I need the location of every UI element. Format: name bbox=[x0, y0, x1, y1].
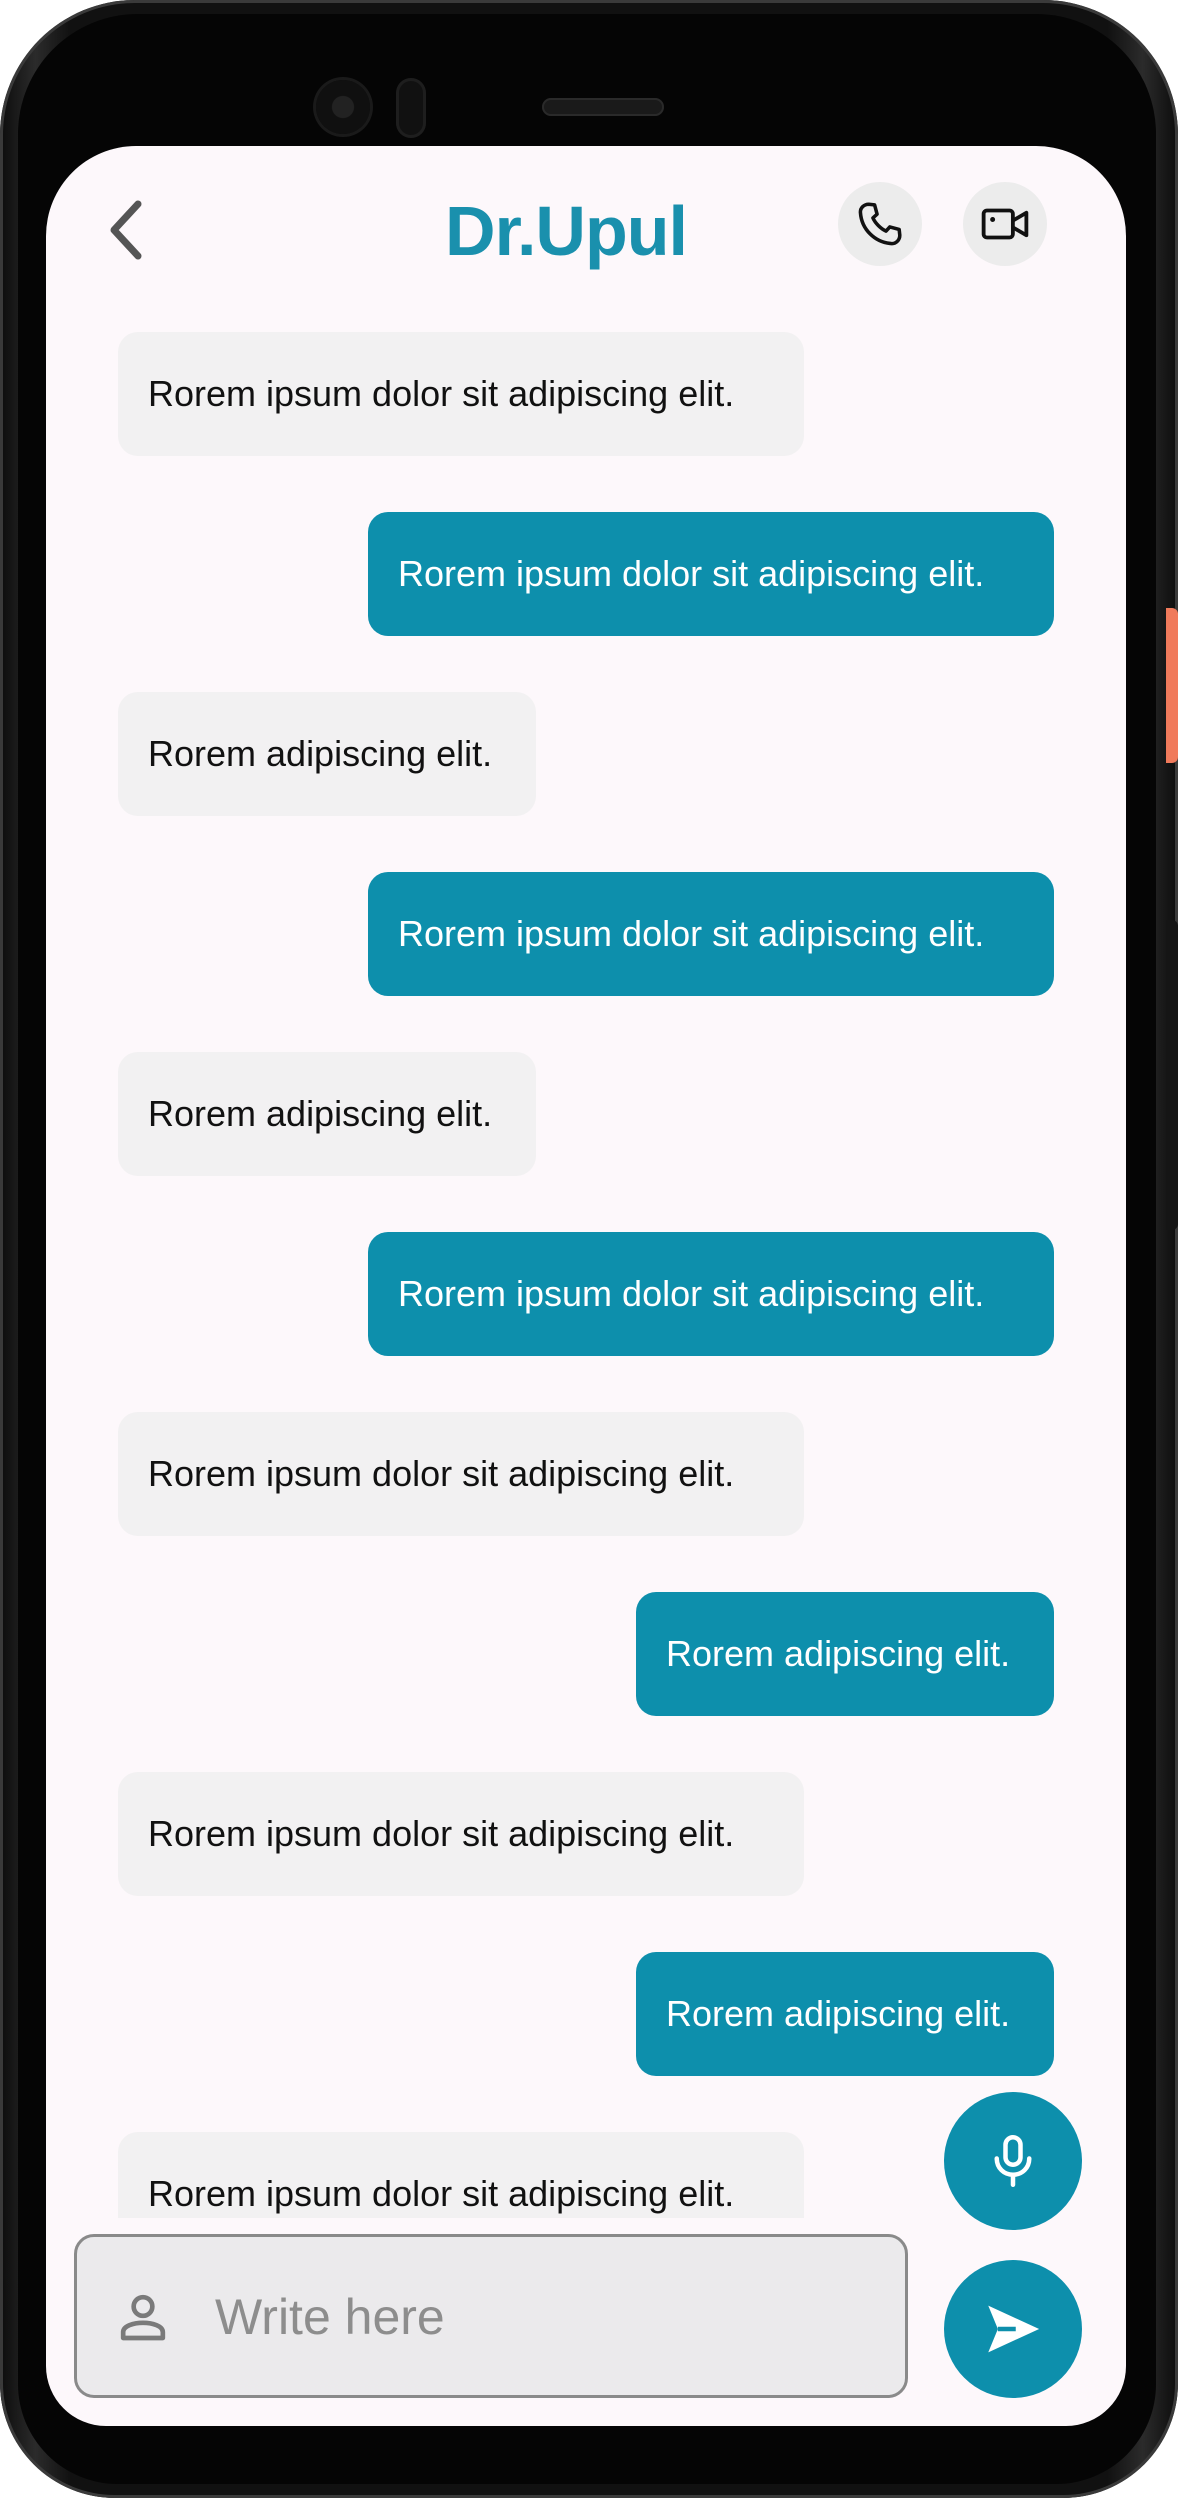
sent-message: Rorem ipsum dolor sit adipiscing elit. bbox=[368, 512, 1054, 636]
received-message: Rorem adipiscing elit. bbox=[118, 692, 536, 816]
video-camera-icon bbox=[981, 208, 1029, 240]
chevron-left-icon bbox=[110, 200, 142, 260]
received-message: Rorem ipsum dolor sit adipiscing elit. bbox=[118, 2132, 804, 2218]
phone-frame: Dr.Upul Rorem ipsum dolor sit adipiscing… bbox=[0, 0, 1178, 2498]
sent-message: Rorem adipiscing elit. bbox=[636, 1592, 1054, 1716]
received-message: Rorem ipsum dolor sit adipiscing elit. bbox=[118, 332, 804, 456]
send-button[interactable] bbox=[944, 2260, 1082, 2398]
chat-screen: Dr.Upul Rorem ipsum dolor sit adipiscing… bbox=[46, 146, 1126, 2426]
back-button[interactable] bbox=[86, 190, 166, 270]
sent-message: Rorem adipiscing elit. bbox=[636, 1952, 1054, 2076]
proximity-sensor bbox=[396, 78, 426, 138]
earpiece-speaker bbox=[542, 98, 664, 116]
phone-icon bbox=[858, 202, 902, 246]
volume-button bbox=[1166, 920, 1178, 1230]
send-icon bbox=[988, 2305, 1040, 2353]
message-input[interactable] bbox=[215, 2275, 875, 2359]
power-button bbox=[1166, 608, 1178, 763]
received-message: Rorem ipsum dolor sit adipiscing elit. bbox=[118, 1772, 804, 1896]
voice-call-button[interactable] bbox=[838, 182, 922, 266]
voice-message-button[interactable] bbox=[944, 2092, 1082, 2230]
front-camera bbox=[316, 80, 370, 134]
sent-message: Rorem ipsum dolor sit adipiscing elit. bbox=[368, 1232, 1054, 1356]
message-list[interactable]: Rorem ipsum dolor sit adipiscing elit. R… bbox=[46, 332, 1126, 2218]
user-icon bbox=[120, 2294, 166, 2341]
received-message: Rorem adipiscing elit. bbox=[118, 1052, 536, 1176]
sent-message: Rorem ipsum dolor sit adipiscing elit. bbox=[368, 872, 1054, 996]
microphone-icon bbox=[994, 2135, 1032, 2187]
received-message: Rorem ipsum dolor sit adipiscing elit. bbox=[118, 1412, 804, 1536]
message-composer[interactable] bbox=[74, 2234, 908, 2398]
doctor-name-title: Dr.Upul bbox=[445, 192, 688, 270]
video-call-button[interactable] bbox=[963, 182, 1047, 266]
